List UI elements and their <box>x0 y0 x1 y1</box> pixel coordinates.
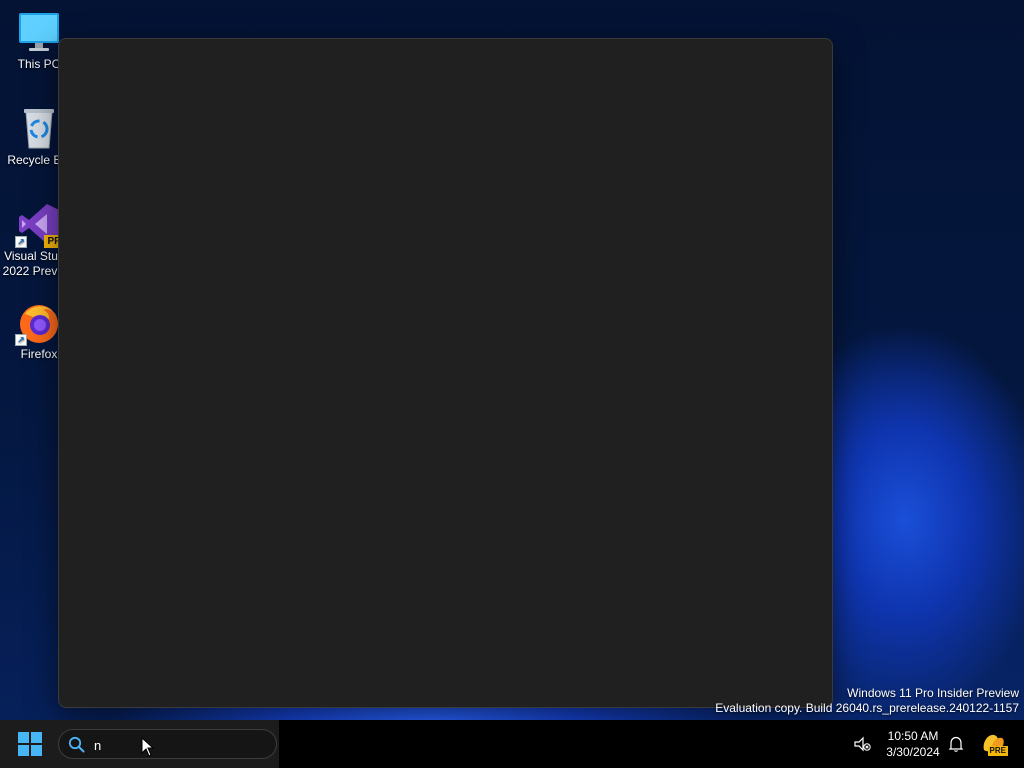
shortcut-arrow-icon: ↗ <box>15 334 27 346</box>
watermark-edition: Windows 11 Pro Insider Preview <box>847 686 1019 700</box>
watermark-build: Evaluation copy. Build 26040.rs_prerelea… <box>715 701 1019 715</box>
mouse-pointer-icon <box>141 737 155 757</box>
windows-logo-icon[interactable] <box>18 732 46 758</box>
firefox-icon: ↗ <box>15 300 61 346</box>
search-input[interactable] <box>94 735 264 755</box>
recycle-bin-icon <box>17 106 61 150</box>
clock-date: 3/30/2024 <box>886 745 940 759</box>
visual-studio-icon: ↗ PRE <box>15 202 71 248</box>
bell-icon[interactable] <box>946 734 966 754</box>
network-disconnected-icon[interactable] <box>852 734 872 754</box>
preview-badge: PRE <box>987 746 1008 756</box>
search-results-panel <box>58 38 833 708</box>
copilot-preview-icon[interactable]: PRE <box>980 732 1008 756</box>
clock-time: 10:50 AM <box>887 729 939 743</box>
taskbar-search-box[interactable] <box>58 729 277 759</box>
monitor-icon <box>17 10 61 54</box>
system-clock[interactable]: 10:50 AM 3/30/2024 <box>878 728 948 760</box>
shortcut-arrow-icon: ↗ <box>15 236 27 248</box>
search-icon <box>68 736 85 753</box>
